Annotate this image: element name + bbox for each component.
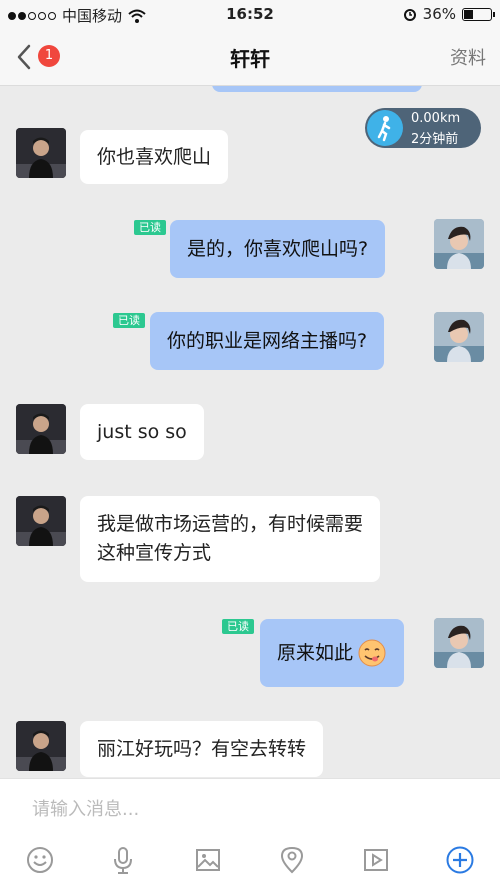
walk-time-ago: 2分钟前 <box>411 132 459 147</box>
profile-button[interactable]: 资料 <box>450 44 486 70</box>
microphone-icon[interactable] <box>108 845 138 875</box>
message-bubble-outgoing[interactable]: 你的职业是网络主播吗? <box>150 312 385 370</box>
message-bubble-outgoing[interactable]: 是的，你喜欢爬山吗? <box>170 220 386 278</box>
message-text: 你的职业是网络主播吗? <box>167 329 368 352</box>
battery-percentage: 36% <box>422 5 456 23</box>
status-bar: 中国移动 16:52 36% <box>0 0 500 28</box>
chat-area[interactable]: 0.00km 2分钟前 你也喜欢爬山 已读 是的，你喜欢爬山吗? 已读 你的职业… <box>0 86 500 778</box>
walk-status-card[interactable]: 0.00km 2分钟前 <box>365 108 481 148</box>
message-text-line: 这种宣传方式 <box>97 542 212 564</box>
alarm-icon <box>403 9 416 21</box>
previous-message-bubble <box>212 86 422 92</box>
read-receipt-badge: 已读 <box>113 313 145 328</box>
message-bubble-incoming[interactable]: 我是做市场运营的，有时候需要 这种宣传方式 <box>80 496 381 582</box>
contact-avatar[interactable] <box>16 404 66 454</box>
emoji-icon[interactable] <box>25 845 55 875</box>
message-text: 你也喜欢爬山 <box>97 145 212 168</box>
contact-avatar[interactable] <box>16 721 66 771</box>
status-right: 36% <box>403 5 495 23</box>
battery-icon <box>462 7 495 21</box>
message-text: 是的，你喜欢爬山吗? <box>187 237 369 260</box>
add-icon[interactable] <box>445 845 475 875</box>
nav-bar: 1 轩轩 资料 <box>0 28 500 86</box>
message-text: 原来如此 <box>277 641 354 664</box>
read-receipt-badge: 已读 <box>134 220 166 235</box>
self-avatar[interactable] <box>434 312 484 362</box>
self-avatar[interactable] <box>434 618 484 668</box>
video-icon[interactable] <box>361 845 391 875</box>
read-receipt-badge: 已读 <box>222 619 254 634</box>
message-text: just so so <box>97 420 187 443</box>
location-icon[interactable] <box>277 845 307 875</box>
self-avatar[interactable] <box>434 219 484 269</box>
contact-avatar[interactable] <box>16 128 66 178</box>
message-text-line: 我是做市场运营的，有时候需要 <box>97 513 364 535</box>
contact-avatar[interactable] <box>16 496 66 546</box>
yum-face-emoji-icon <box>357 638 387 668</box>
message-input[interactable]: 请输入消息... <box>32 795 139 821</box>
message-bubble-outgoing[interactable]: 原来如此 <box>260 619 405 687</box>
message-bubble-incoming[interactable]: just so so <box>80 404 204 460</box>
message-text: 丽江好玩吗？有空去转转 <box>97 737 307 760</box>
chat-title: 轩轩 <box>230 47 270 71</box>
image-icon[interactable] <box>193 845 223 875</box>
walk-distance: 0.00km <box>411 111 461 126</box>
message-bubble-incoming[interactable]: 你也喜欢爬山 <box>80 130 229 184</box>
input-area: 请输入消息... <box>0 778 500 890</box>
message-bubble-incoming[interactable]: 丽江好玩吗？有空去转转 <box>80 721 324 777</box>
walking-icon <box>367 110 403 146</box>
